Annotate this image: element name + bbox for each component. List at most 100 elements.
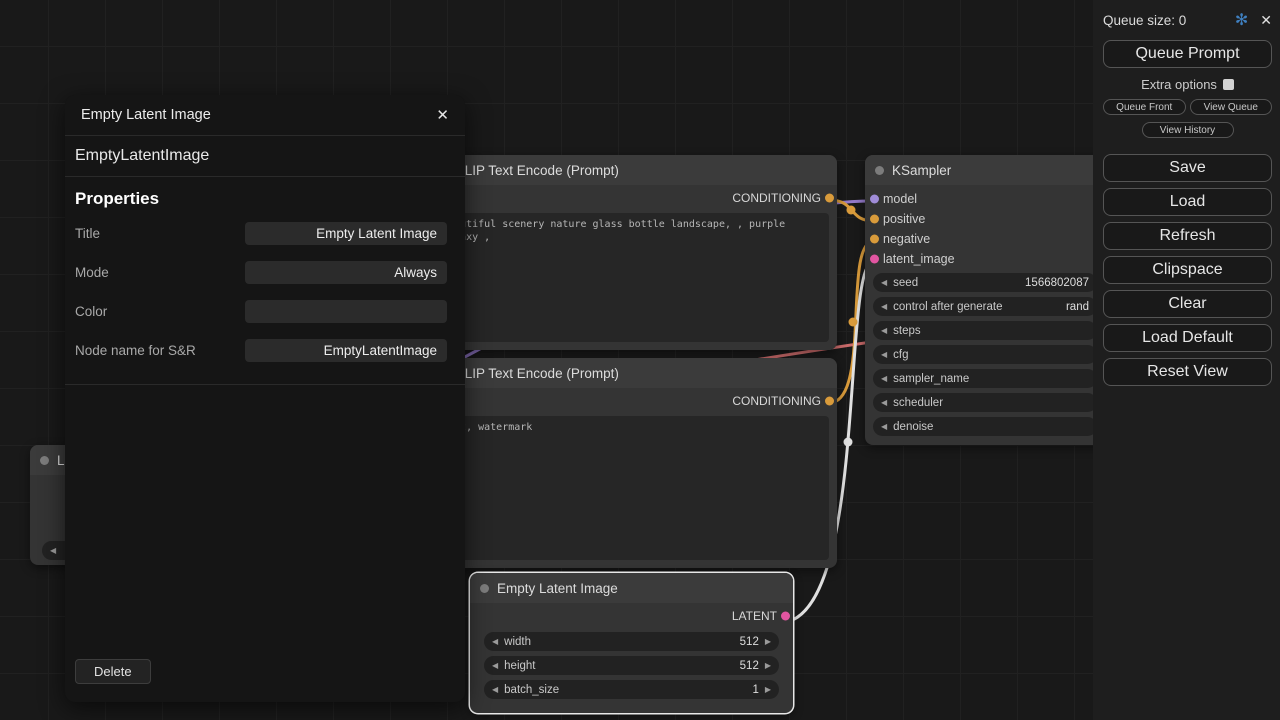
conditioning-output-dot[interactable] [825, 397, 834, 406]
link-midpoint-dot[interactable] [844, 438, 853, 447]
decrement-arrow-icon[interactable] [492, 637, 498, 646]
widget-label: batch_size [504, 684, 559, 696]
increment-arrow-icon[interactable] [765, 685, 771, 694]
property-row-node-name: Node name for S&R [75, 338, 447, 362]
widget-control-after-generate[interactable]: control after generate rand [873, 297, 1097, 316]
queue-front-button[interactable]: Queue Front [1103, 99, 1186, 115]
widget-value: 1566802087 [1025, 277, 1089, 289]
property-label: Node name for S&R [75, 343, 245, 358]
node-title: CLIP Text Encode (Prompt) [455, 163, 619, 178]
output-slot-conditioning: CONDITIONING [428, 185, 837, 211]
widget-value: rand [1066, 301, 1089, 313]
output-slot-label: LATENT [732, 609, 777, 623]
node-header[interactable]: CLIP Text Encode (Prompt) [428, 358, 837, 388]
input-slot-label: negative [883, 232, 930, 246]
collapse-dot-icon[interactable] [875, 166, 884, 175]
node-title: KSampler [892, 163, 951, 178]
model-input-dot[interactable] [870, 195, 879, 204]
node-header[interactable]: KSampler [865, 155, 1105, 185]
load-button[interactable]: Load [1103, 188, 1272, 216]
node-clip-text-encode-negative[interactable]: CLIP Text Encode (Prompt) CONDITIONING t… [428, 358, 837, 568]
node-clip-text-encode-positive[interactable]: CLIP Text Encode (Prompt) CONDITIONING b… [428, 155, 837, 350]
conditioning-input-dot[interactable] [870, 235, 879, 244]
widget-width[interactable]: width 512 [484, 632, 779, 651]
widget-steps[interactable]: steps [873, 321, 1097, 340]
node-header[interactable]: Empty Latent Image [470, 573, 793, 603]
collapse-dot-icon[interactable] [480, 584, 489, 593]
link-midpoint-dot[interactable] [847, 206, 856, 215]
widget-cfg[interactable]: cfg [873, 345, 1097, 364]
widget-label: control after generate [893, 301, 1002, 313]
color-field[interactable] [245, 300, 447, 323]
decrement-arrow-icon[interactable] [881, 350, 887, 359]
widget-label: cfg [893, 349, 908, 361]
widget-value: 512 [740, 660, 759, 672]
widget-height[interactable]: height 512 [484, 656, 779, 675]
input-slot-label: model [883, 192, 917, 206]
widget-value: 512 [740, 636, 759, 648]
latent-input-dot[interactable] [870, 255, 879, 264]
widget-batch-size[interactable]: batch_size 1 [484, 680, 779, 699]
node-header[interactable]: CLIP Text Encode (Prompt) [428, 155, 837, 185]
node-ksampler[interactable]: KSampler model positive negative latent_… [865, 155, 1105, 445]
output-slot-conditioning: CONDITIONING [428, 388, 837, 414]
close-icon[interactable]: ✕ [436, 106, 449, 124]
increment-arrow-icon[interactable] [765, 637, 771, 646]
reset-view-button[interactable]: Reset View [1103, 358, 1272, 386]
property-label: Mode [75, 265, 245, 280]
widget-label: height [504, 660, 535, 672]
widget-sampler-name[interactable]: sampler_name [873, 369, 1097, 388]
link-midpoint-dot[interactable] [849, 318, 858, 327]
settings-icon[interactable]: ✻ [1235, 10, 1248, 30]
input-slot-label: latent_image [883, 252, 955, 266]
decrement-arrow-icon[interactable] [881, 278, 887, 287]
conditioning-input-dot[interactable] [870, 215, 879, 224]
prompt-textarea[interactable]: beautiful scenery nature glass bottle la… [436, 213, 829, 342]
load-default-button[interactable]: Load Default [1103, 324, 1272, 352]
conditioning-output-dot[interactable] [825, 194, 834, 203]
view-history-button[interactable]: View History [1142, 122, 1234, 138]
title-field[interactable] [245, 222, 447, 245]
extra-options-checkbox[interactable] [1223, 79, 1234, 90]
mode-field[interactable] [245, 261, 447, 284]
view-queue-button[interactable]: View Queue [1190, 99, 1273, 115]
clipspace-button[interactable]: Clipspace [1103, 256, 1272, 284]
widget-scheduler[interactable]: scheduler [873, 393, 1097, 412]
decrement-arrow-icon[interactable] [881, 326, 887, 335]
action-buttons: Save Load Refresh Clipspace Clear Load D… [1103, 154, 1272, 386]
properties-heading: Properties [75, 189, 455, 209]
output-slot-latent: LATENT [470, 603, 793, 629]
output-slot-label: CONDITIONING [732, 191, 821, 205]
widget-seed[interactable]: seed 1566802087 [873, 273, 1097, 292]
save-button[interactable]: Save [1103, 154, 1272, 182]
queue-controls-row: Queue Front View Queue [1103, 99, 1272, 115]
delete-button[interactable]: Delete [75, 659, 151, 684]
dialog-title: Empty Latent Image [81, 107, 211, 123]
latent-output-dot[interactable] [781, 612, 790, 621]
decrement-arrow-icon[interactable] [881, 398, 887, 407]
node-title: Empty Latent Image [497, 581, 618, 596]
node-properties-panel: Empty Latent Image ✕ EmptyLatentImage Pr… [65, 95, 465, 702]
widget-label: seed [893, 277, 918, 289]
decrement-arrow-icon[interactable] [881, 302, 887, 311]
history-row: View History [1103, 122, 1272, 138]
property-row-color: Color [75, 299, 447, 323]
property-label: Title [75, 226, 245, 241]
close-icon[interactable]: ✕ [1260, 12, 1272, 29]
queue-prompt-button[interactable]: Queue Prompt [1103, 40, 1272, 68]
increment-arrow-icon[interactable] [765, 661, 771, 670]
decrement-arrow-icon[interactable] [881, 422, 887, 431]
decrement-arrow-icon[interactable] [881, 374, 887, 383]
input-slot-model: model [865, 189, 1105, 209]
decrement-arrow-icon[interactable] [492, 661, 498, 670]
clear-button[interactable]: Clear [1103, 290, 1272, 318]
node-name-field[interactable] [245, 339, 447, 362]
extra-options-row: Extra options [1103, 77, 1272, 92]
refresh-button[interactable]: Refresh [1103, 222, 1272, 250]
node-empty-latent-image[interactable]: Empty Latent Image LATENT width 512 heig… [470, 573, 793, 713]
prompt-textarea[interactable]: text, watermark [436, 416, 829, 560]
decrement-arrow-icon[interactable] [492, 685, 498, 694]
widget-denoise[interactable]: denoise [873, 417, 1097, 436]
decrement-arrow-icon[interactable] [50, 546, 56, 555]
collapse-dot-icon[interactable] [40, 456, 49, 465]
